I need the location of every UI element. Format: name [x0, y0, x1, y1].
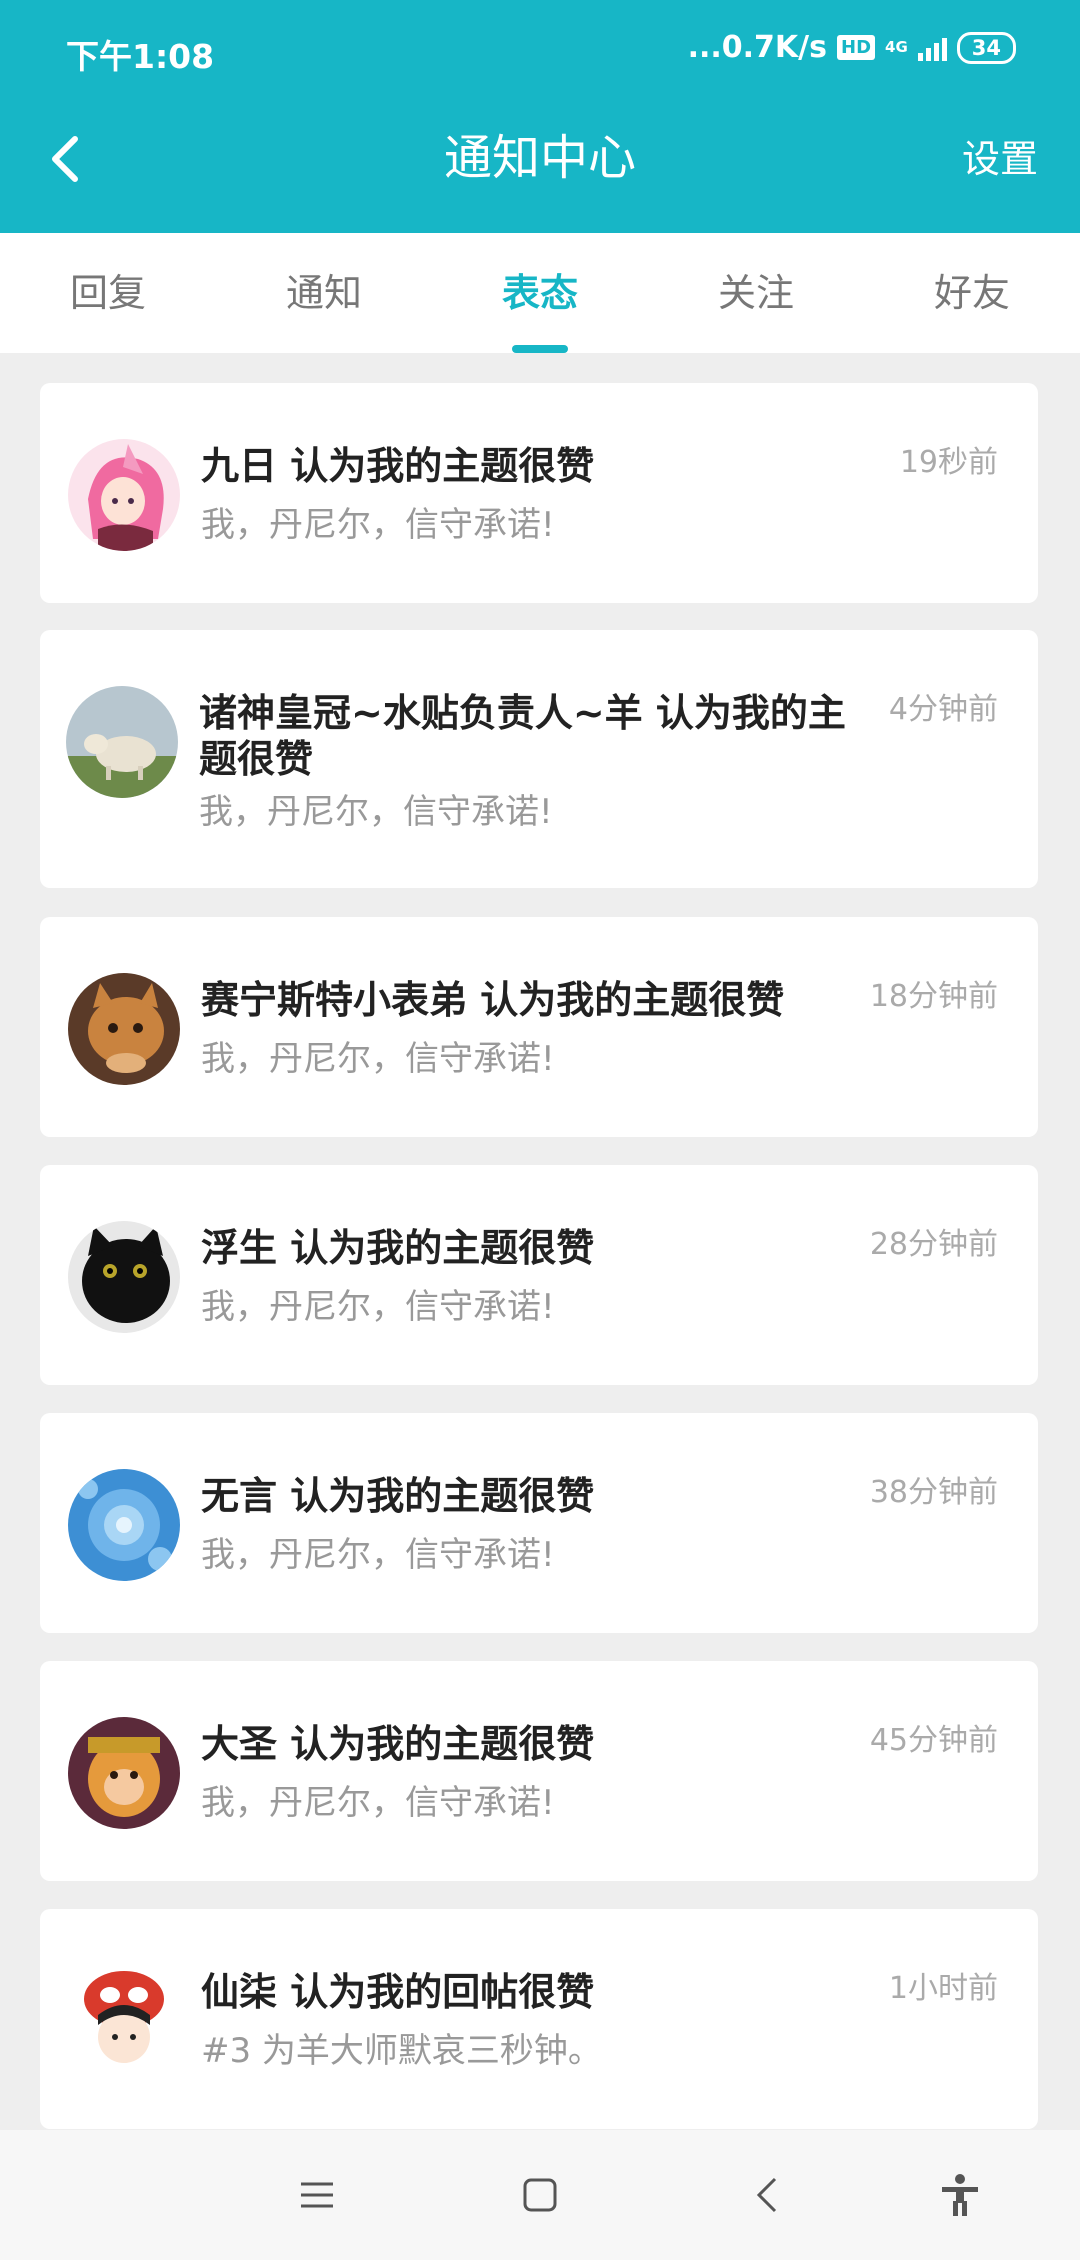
notification-card[interactable]: 浮生 认为我的主题很赞 我，丹尼尔，信守承诺! 28分钟前	[40, 1165, 1038, 1385]
title-bar: 通知中心 设置	[0, 100, 1080, 233]
notification-title: 浮生 认为我的主题很赞	[201, 1226, 595, 1270]
tab-label: 通知	[285, 271, 362, 315]
system-nav-bar	[0, 2130, 1080, 2260]
notification-subtitle: 我，丹尼尔，信守承诺!	[201, 1287, 555, 1327]
accessibility-icon	[942, 2174, 978, 2216]
notification-title: 赛宁斯特小表弟 认为我的主题很赞	[201, 978, 785, 1022]
notification-time: 38分钟前	[869, 1475, 998, 1510]
notification-title: 九日 认为我的主题很赞	[201, 444, 595, 488]
page-title: 通知中心	[443, 130, 636, 186]
notification-time: 19秒前	[899, 445, 998, 480]
tab-follow[interactable]: 关注	[648, 233, 864, 353]
tab-notice[interactable]: 通知	[216, 233, 432, 353]
notification-time: 18分钟前	[869, 979, 998, 1014]
square-icon	[523, 2178, 557, 2212]
notification-subtitle: 我，丹尼尔，信守承诺!	[201, 1039, 555, 1079]
home-button[interactable]	[510, 2165, 570, 2225]
monkey-king-avatar[interactable]	[68, 1717, 180, 1829]
notification-card[interactable]: 大圣 认为我的主题很赞 我，丹尼尔，信守承诺! 45分钟前	[40, 1661, 1038, 1881]
notification-subtitle: 我，丹尼尔，信守承诺!	[201, 505, 555, 545]
battery-icon: 34	[956, 31, 1016, 64]
tab-bar: 回复 通知 表态 关注 好友	[0, 233, 1080, 353]
tab-label: 关注	[717, 271, 794, 315]
chevron-left-icon	[756, 2177, 777, 2213]
black-cat-avatar[interactable]	[68, 1221, 180, 1333]
notification-title: 无言 认为我的主题很赞	[201, 1474, 595, 1518]
nav-back-button[interactable]	[737, 2165, 797, 2225]
menu-icon	[301, 2182, 333, 2208]
notification-card[interactable]: 无言 认为我的主题很赞 我，丹尼尔，信守承诺! 38分钟前	[40, 1413, 1038, 1633]
blue-flower-avatar[interactable]	[68, 1469, 180, 1581]
network-speed: ...0.7K/s	[687, 30, 827, 65]
notification-subtitle: 我，丹尼尔，信守承诺!	[199, 792, 553, 832]
accessibility-button[interactable]	[930, 2165, 990, 2225]
notification-card[interactable]: 九日 认为我的主题很赞 我，丹尼尔，信守承诺! 19秒前	[40, 383, 1038, 603]
network-type: 4G	[885, 38, 908, 56]
menu-button[interactable]	[287, 2165, 347, 2225]
active-tab-indicator	[512, 345, 568, 353]
anime-girl-avatar[interactable]	[68, 439, 180, 551]
tab-label: 表态	[501, 271, 578, 315]
notification-title-line2: 题很赞	[199, 737, 314, 781]
notification-subtitle: #3 为羊大师默哀三秒钟。	[201, 2031, 602, 2071]
notification-title: 大圣 认为我的主题很赞	[201, 1722, 595, 1766]
tab-label: 回复	[69, 271, 146, 315]
notification-time: 1小时前	[888, 1971, 998, 2006]
tab-label: 好友	[933, 271, 1010, 315]
notification-subtitle: 我，丹尼尔，信守承诺!	[201, 1783, 555, 1823]
signal-icon	[917, 35, 947, 61]
notification-title: 仙柒 认为我的回帖很赞	[201, 1970, 595, 2014]
cat-avatar[interactable]	[68, 973, 180, 1085]
hd-icon: HD	[837, 35, 876, 60]
cartoon-avatar[interactable]	[68, 1965, 180, 2077]
notification-subtitle: 我，丹尼尔，信守承诺!	[201, 1535, 555, 1575]
tab-reaction[interactable]: 表态	[432, 233, 648, 353]
notification-time: 45分钟前	[869, 1723, 998, 1758]
status-time: 下午1:08	[66, 37, 215, 76]
notification-card[interactable]: 仙柒 认为我的回帖很赞 #3 为羊大师默哀三秒钟。 1小时前	[40, 1909, 1038, 2129]
notification-title: 诸神皇冠~水贴负责人~羊 认为我的主	[199, 691, 846, 735]
tab-reply[interactable]: 回复	[0, 233, 216, 353]
notification-card[interactable]: 诸神皇冠~水贴负责人~羊 认为我的主 题很赞 我，丹尼尔，信守承诺! 4分钟前	[40, 630, 1038, 888]
notification-time: 4分钟前	[888, 692, 998, 727]
status-bar: 下午1:08 ...0.7K/s HD 4G 34	[0, 0, 1080, 100]
status-indicators: ...0.7K/s HD 4G 34	[688, 30, 1016, 65]
sheep-avatar[interactable]	[66, 686, 178, 798]
tab-friends[interactable]: 好友	[864, 233, 1080, 353]
notification-time: 28分钟前	[869, 1227, 998, 1262]
settings-button[interactable]: 设置	[962, 128, 1038, 183]
app-header: 下午1:08 ...0.7K/s HD 4G 34 通知中心 设置	[0, 0, 1080, 233]
notification-card[interactable]: 赛宁斯特小表弟 认为我的主题很赞 我，丹尼尔，信守承诺! 18分钟前	[40, 917, 1038, 1137]
